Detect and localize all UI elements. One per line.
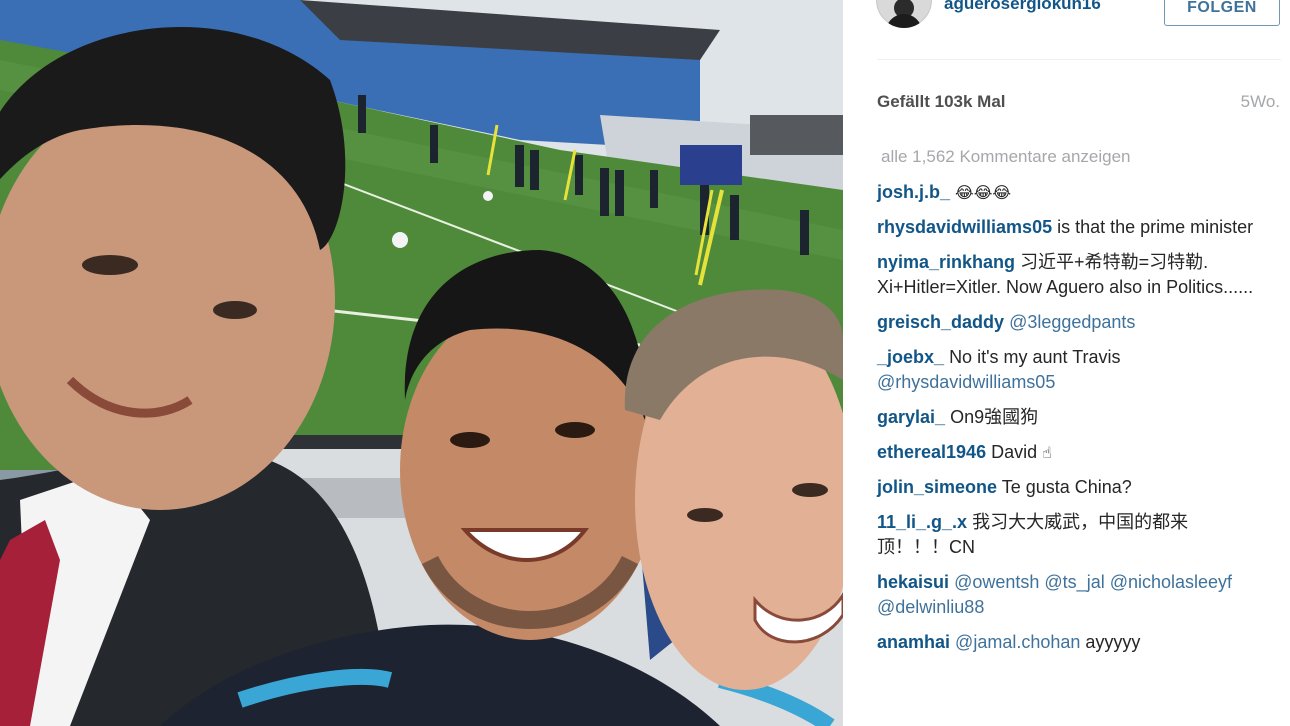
comment-text: No it's my aunt Travis — [949, 347, 1121, 367]
comment-username[interactable]: _joebx_ — [877, 347, 944, 367]
post-photo[interactable] — [0, 0, 843, 726]
comment-mention[interactable]: @ts_jal — [1044, 572, 1104, 592]
comment-item: ethereal1946 David ☝ — [877, 440, 1257, 465]
comment-list: josh.j.b_ 😂😂😂 rhysdavidwilliams05 is that… — [877, 180, 1257, 665]
header-divider — [877, 59, 1281, 60]
comment-username[interactable]: josh.j.b_ — [877, 182, 950, 202]
comment-username[interactable]: anamhai — [877, 632, 950, 652]
post-age: 5Wo. — [1240, 92, 1280, 111]
comment-item: 11_li_.g_.x 我习大大威武，中国的都来顶！！！CN — [877, 510, 1257, 560]
comment-username[interactable]: nyima_rinkhang — [877, 252, 1015, 272]
comment-username[interactable]: garylai_ — [877, 407, 945, 427]
comment-username[interactable]: ethereal1946 — [877, 442, 986, 462]
comment-text: is that the prime minister — [1057, 217, 1254, 237]
view-all-comments-link[interactable]: alle 1,562 Kommentare anzeigen — [881, 147, 1131, 167]
comment-item: jolin_simeone Te gusta China? — [877, 475, 1257, 500]
emoji-icon: 😂😂😂 — [955, 183, 1012, 202]
comment-text: David — [991, 442, 1038, 462]
comment-mention[interactable]: @nicholasleeyf — [1110, 572, 1232, 592]
comment-username[interactable]: greisch_daddy — [877, 312, 1004, 332]
comment-username[interactable]: 11_li_.g_.x — [877, 512, 967, 532]
comment-username[interactable]: rhysdavidwilliams05 — [877, 217, 1052, 237]
comment-mention[interactable]: @delwinliu88 — [877, 597, 984, 617]
follow-button[interactable]: FOLGEN — [1164, 0, 1280, 26]
likes-count[interactable]: Gefällt 103k Mal — [877, 92, 1006, 112]
comment-mention[interactable]: @3leggedpants — [1009, 312, 1135, 332]
comment-text: On9強國狗 — [950, 407, 1039, 427]
comment-item: _joebx_ No it's my aunt Travis @rhysdavi… — [877, 345, 1257, 395]
selfie-image — [0, 0, 843, 726]
comment-item: josh.j.b_ 😂😂😂 — [877, 180, 1257, 205]
comment-item: nyima_rinkhang 习近平+希特勒=习特勒. Xi+Hitler=Xi… — [877, 250, 1257, 300]
comment-item: garylai_ On9強國狗 — [877, 405, 1257, 430]
comment-mention[interactable]: @jamal.chohan — [955, 632, 1080, 652]
post-header: aguerosergiokun16 FOLGEN — [843, 0, 1290, 60]
comment-item: greisch_daddy @3leggedpants — [877, 310, 1257, 335]
comment-item: anamhai @jamal.chohan ayyyyy — [877, 630, 1257, 655]
emoji-icon: ☝ — [1042, 443, 1052, 462]
username-link[interactable]: aguerosergiokun16 — [944, 0, 1101, 14]
comment-mention[interactable]: @rhysdavidwilliams05 — [877, 372, 1055, 392]
comment-username[interactable]: hekaisui — [877, 572, 949, 592]
avatar-body — [886, 14, 922, 28]
comment-mention[interactable]: @owentsh — [954, 572, 1039, 592]
comment-item: rhysdavidwilliams05 is that the prime mi… — [877, 215, 1257, 240]
comment-text: Te gusta China? — [1001, 477, 1132, 497]
post-sidebar: aguerosergiokun16 FOLGEN Gefällt 103k Ma… — [843, 0, 1290, 726]
comment-username[interactable]: jolin_simeone — [877, 477, 997, 497]
avatar[interactable] — [876, 0, 932, 28]
comment-text: ayyyyy — [1085, 632, 1141, 652]
comment-item: hekaisui @owentsh @ts_jal @nicholasleeyf… — [877, 570, 1257, 620]
